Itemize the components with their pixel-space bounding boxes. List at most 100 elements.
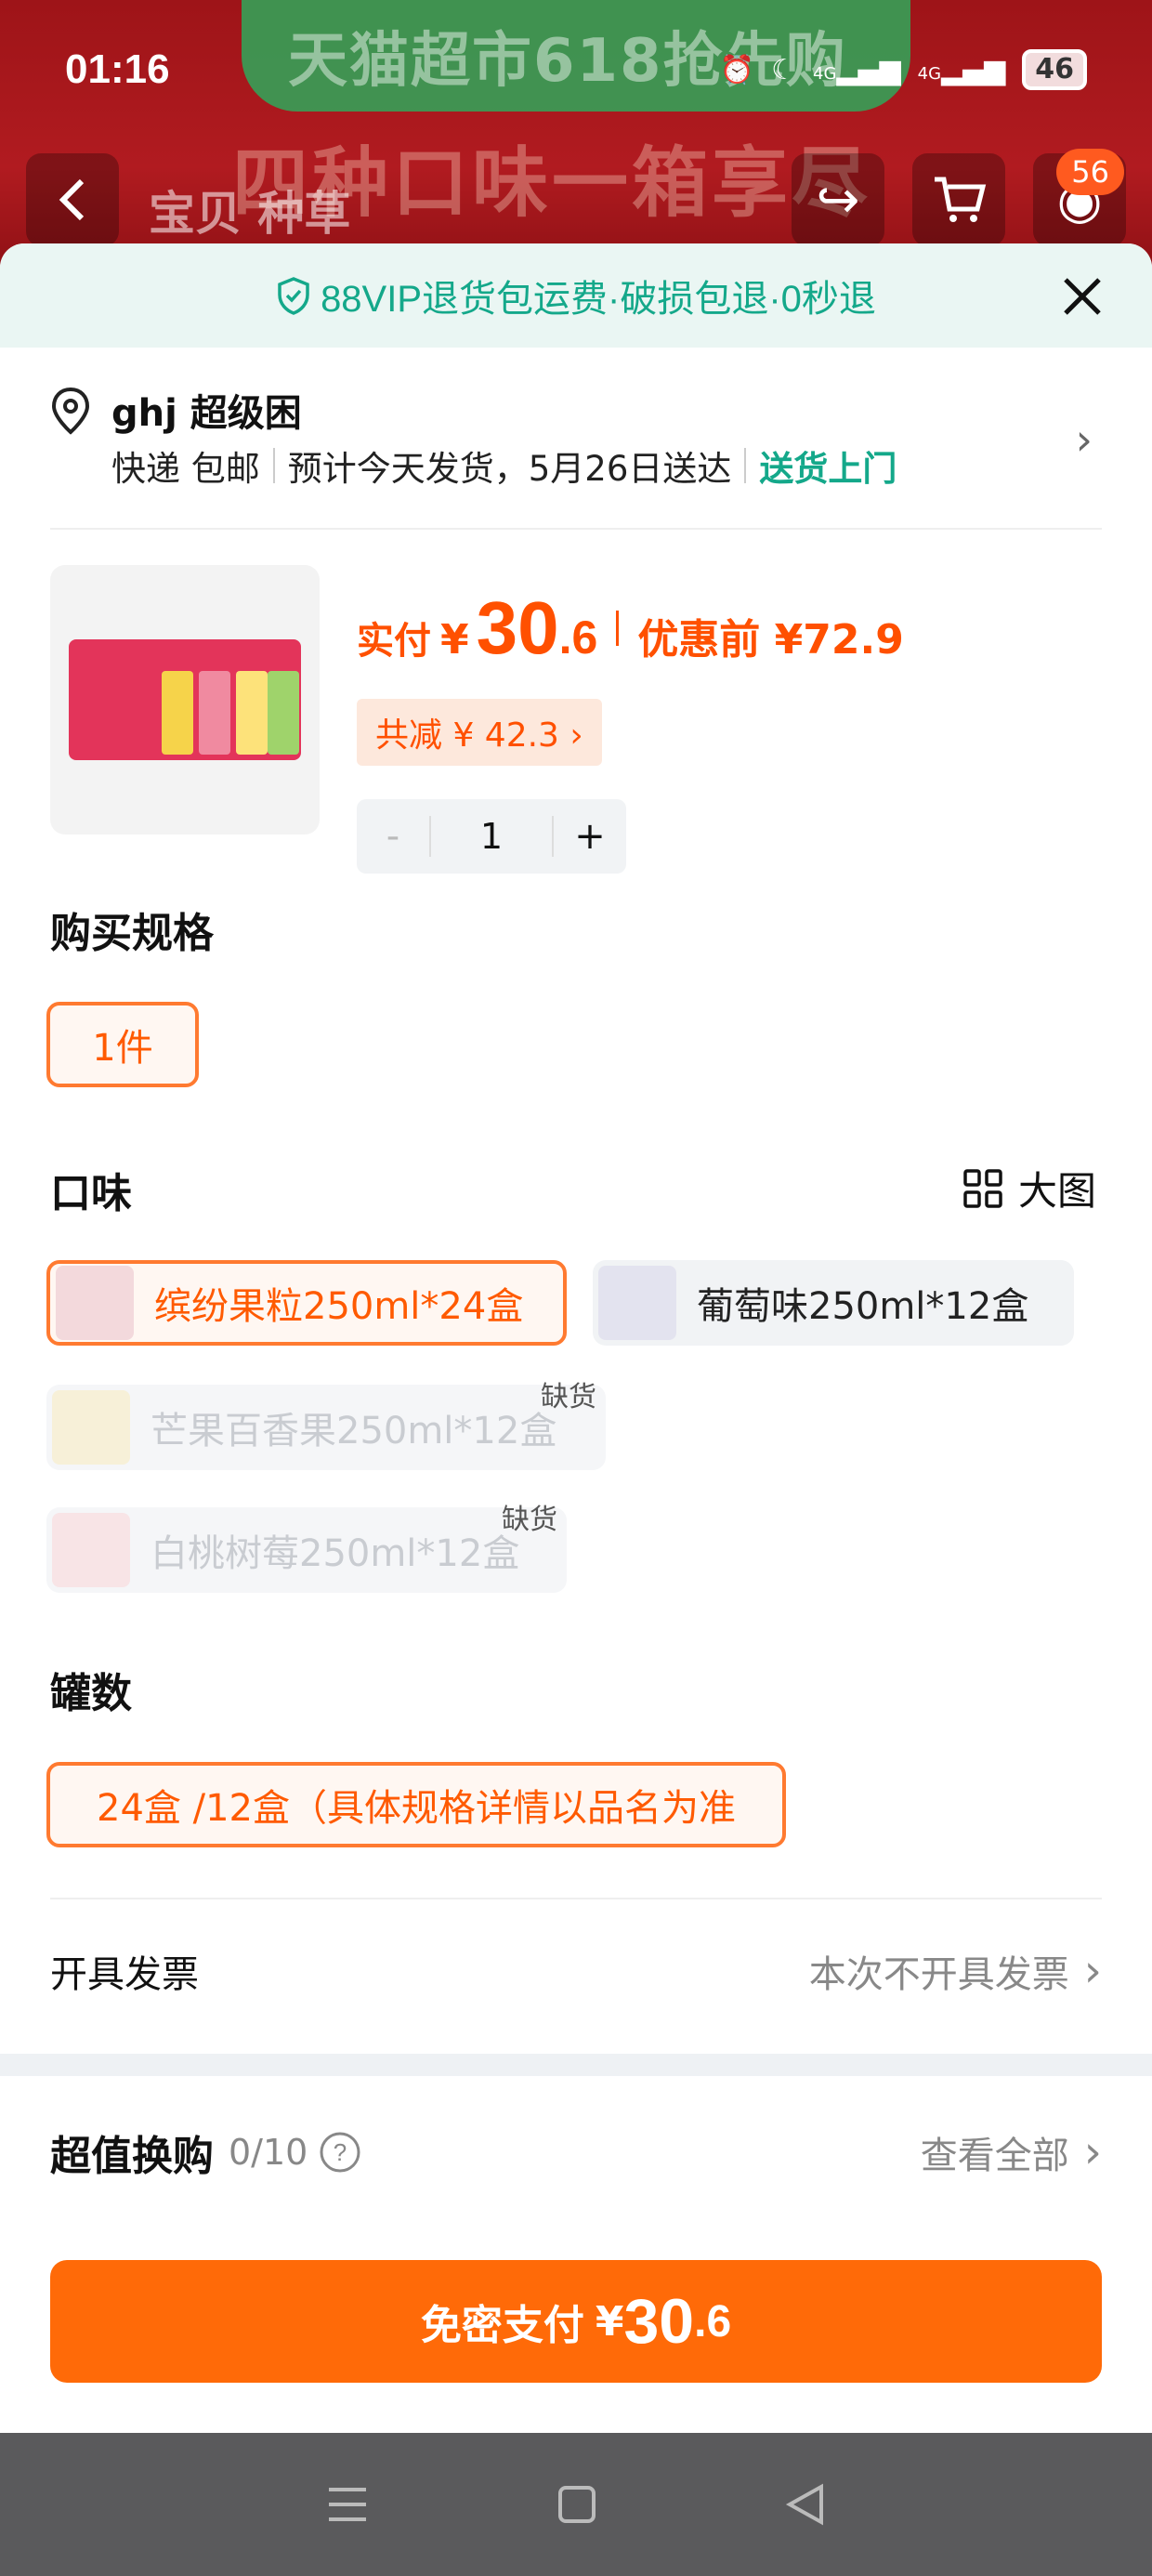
product-thumbnail[interactable] [50,565,320,835]
svg-text:?: ? [334,2138,347,2166]
chevron-right-icon: › [1083,2126,1102,2178]
flavor-option-label: 葡萄味250ml*12盒 [697,1285,1029,1328]
close-icon [1064,278,1101,315]
section-gap [0,2054,1152,2076]
flavor-thumb [56,1266,134,1340]
chevron-left-icon [59,178,85,221]
divider [272,448,275,483]
network-label-2: 4G [917,63,942,84]
flavor-option-4[interactable]: 白桃树莓250ml*12盒 缺货 [46,1504,567,1593]
pack-shape [162,671,193,755]
shield-check-icon [278,277,309,315]
invoice-value: 本次不开具发票 [808,1953,1069,1996]
cans-title: 罐数 [50,1670,132,1717]
home-icon[interactable] [556,2484,597,2525]
pay-currency: ¥ [595,2297,624,2346]
exchange-row[interactable]: 超值换购 0/10 ? 查看全部 › [50,2123,1102,2182]
cart-icon [935,177,987,222]
quantity-stepper: - 1 + [357,799,626,874]
spec-title: 购买规格 [50,910,214,957]
vip-text-wrap: 88VIP退货包运费·破损包退·0秒退 [276,269,876,322]
status-bar: 01:16 ⏰ ☾ 4G▂▄▆ 4G▂▄▆ 46 [0,0,1152,139]
exchange-title: 超值换购 [50,2133,214,2180]
pack-shape [236,671,268,755]
moon-icon: ☾ [771,53,796,86]
alarm-icon: ⏰ [719,53,755,86]
status-time: 01:16 [65,46,170,92]
vip-text: 88VIP退货包运费·破损包退·0秒退 [321,279,876,320]
cart-button[interactable] [912,153,1005,246]
cans-option[interactable]: 24盒 /12盒（具体规格详情以品名为准 [46,1762,786,1847]
order-sheet: 88VIP退货包运费·破损包退·0秒退 ghj 超级困 快递 包邮 预计今天发货… [0,243,1152,2576]
top-nav: 宝贝 种草 ↪ ◉ 56 [0,149,1152,251]
flavor-option-label: 白桃树莓250ml*12盒 [151,1532,520,1575]
pay-price-integer: 30 [623,2286,695,2357]
view-all-link[interactable]: 查看全部 › [921,2125,1102,2179]
out-of-stock-badge: 缺货 [541,1381,596,1413]
flavor-option-label: 缤纷果粒250ml*24盒 [154,1285,524,1328]
flavor-option-3[interactable]: 芒果百香果250ml*12盒 缺货 [46,1381,606,1470]
status-icons: ⏰ ☾ 4G▂▄▆ 4G▂▄▆ 46 [720,49,1087,90]
share-icon: ↪ [816,169,860,230]
message-badge: 56 [1056,149,1124,195]
pay-button[interactable]: 免密支付 ¥ 30 .6 [50,2260,1102,2383]
recipient-name: ghj 超级困 [111,392,302,435]
big-view-toggle[interactable]: 大图 [962,1160,1096,1216]
price-decimal: .6 [558,611,598,664]
product-summary: 实付 ¥ 30 .6 优惠前 ¥72.9 共减 ¥ 42.3 › - 1 + [50,530,1102,874]
original-price: 优惠前 ¥72.9 [637,616,904,664]
out-of-stock-badge: 缺货 [502,1504,557,1536]
spec-option[interactable]: 1件 [46,1002,199,1087]
invoice-row[interactable]: 开具发票 本次不开具发票 › [50,1944,1102,1998]
price-integer: 30 [476,586,559,669]
grid-icon [963,1168,1002,1208]
decrease-button[interactable]: - [357,815,429,858]
vip-bar: 88VIP退货包运费·破损包退·0秒退 [0,243,1152,348]
flavor-thumb [52,1513,130,1587]
help-icon[interactable]: ? [319,2131,361,2174]
divider [744,448,747,483]
pay-price-decimal: .6 [694,2296,732,2346]
invoice-value-wrap: 本次不开具发票 › [809,1944,1102,1998]
close-button[interactable] [1050,264,1115,329]
exchange-count: 0/10 [229,2132,308,2173]
menu-icon[interactable] [325,2484,370,2525]
view-all-label: 查看全部 [920,2135,1069,2177]
signal-icon-2: 4G▂▄▆ [917,53,1006,86]
divider [50,1898,1102,1899]
signal-icon: 4G▂▄▆ [813,53,901,86]
delivery-method: 快递 包邮 [111,449,260,489]
pack-shape [199,671,230,755]
network-label-1: 4G [813,63,837,84]
increase-button[interactable]: + [554,815,626,858]
currency-symbol: ¥ [440,616,469,664]
door-delivery-label: 送货上门 [759,449,897,489]
back-button[interactable] [26,153,119,246]
quantity-value[interactable]: 1 [429,816,554,857]
address-row[interactable]: ghj 超级困 快递 包邮 预计今天发货，5月26日送达 送货上门 › [50,348,1102,530]
nav-tabs[interactable]: 宝贝 种草 [149,177,350,243]
invoice-label: 开具发票 [50,1953,199,1996]
big-view-label: 大图 [1017,1168,1096,1214]
price-row: 实付 ¥ 30 .6 优惠前 ¥72.9 [357,585,904,671]
chevron-right-icon: › [1075,414,1093,465]
system-nav-bar [0,2433,1152,2576]
product-image [69,639,301,760]
flavor-option-label: 芒果百香果250ml*12盒 [151,1410,557,1452]
location-pin-icon [51,387,90,435]
pack-shape [268,671,299,755]
flavor-thumb [52,1390,130,1465]
chevron-right-icon: › [1083,1945,1102,1997]
delivery-estimate: 预计今天发货，5月26日送达 [287,449,732,489]
flavor-option-2[interactable]: 葡萄味250ml*12盒 [593,1260,1074,1346]
pay-label: 免密支付 [420,2302,584,2349]
battery-icon: 46 [1022,49,1087,90]
back-triangle-icon[interactable] [784,2483,827,2526]
share-button[interactable]: ↪ [792,153,884,246]
paid-label: 实付 [357,620,431,663]
discount-badge[interactable]: 共减 ¥ 42.3 › [357,699,602,766]
flavor-option-1[interactable]: 缤纷果粒250ml*24盒 [46,1260,567,1346]
divider [616,611,620,646]
flavor-thumb [598,1266,676,1340]
delivery-info: 快递 包邮 预计今天发货，5月26日送达 送货上门 [111,440,897,491]
